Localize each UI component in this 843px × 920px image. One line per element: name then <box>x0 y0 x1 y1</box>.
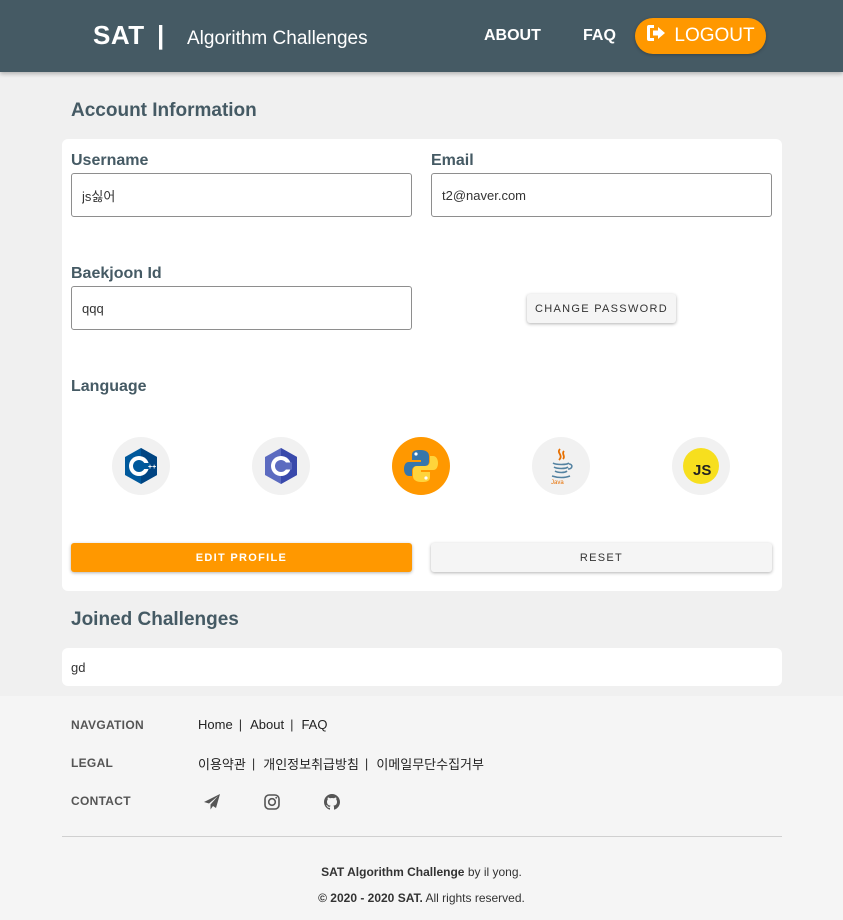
footer-credit-name: SAT Algorithm Challenge <box>321 865 465 879</box>
brand-subtitle: Algorithm Challenges <box>187 28 368 49</box>
c-language-option[interactable] <box>252 437 310 495</box>
javascript-language-option[interactable]: JS <box>672 437 730 495</box>
footer-copyright-years: © 2020 - 2020 SAT. <box>318 891 423 905</box>
footer-contact-label: CONTACT <box>71 794 131 808</box>
sign-out-icon <box>646 24 666 48</box>
c-icon <box>265 448 297 484</box>
cpp-language-option[interactable]: ++ <box>112 437 170 495</box>
footer-separator: | <box>251 756 256 771</box>
footer-link-privacy[interactable]: 개인정보취급방침 <box>263 754 359 773</box>
nav-about-link[interactable]: ABOUT <box>484 27 541 45</box>
username-input[interactable] <box>71 173 412 217</box>
logout-button[interactable]: LOGOUT <box>635 18 766 54</box>
username-label: Username <box>71 152 149 169</box>
nav-faq-link[interactable]: FAQ <box>583 27 616 45</box>
svg-text:JS: JS <box>693 462 711 479</box>
brand-separator: | <box>157 20 165 50</box>
instagram-icon[interactable] <box>263 793 281 811</box>
joined-challenge-item[interactable]: gd <box>71 660 85 675</box>
footer-link-terms[interactable]: 이용약관 <box>198 754 246 773</box>
paper-plane-icon[interactable] <box>203 793 221 811</box>
java-language-option[interactable]: Java <box>532 437 590 495</box>
java-icon: Java <box>551 448 573 486</box>
baekjoon-id-label: Baekjoon Id <box>71 265 162 282</box>
edit-profile-button[interactable]: EDIT PROFILE <box>71 543 412 572</box>
account-section-title: Account Information <box>71 100 257 121</box>
logout-label: LOGOUT <box>674 25 755 46</box>
footer-copyright-text: All rights reserved. <box>422 891 525 905</box>
change-password-button[interactable]: CHANGE PASSWORD <box>527 294 676 323</box>
javascript-icon: JS <box>683 448 719 484</box>
footer-navigation-label: NAVGATION <box>71 718 144 732</box>
reset-button[interactable]: RESET <box>431 543 772 572</box>
footer-link-email-policy[interactable]: 이메일무단수집거부 <box>376 754 484 773</box>
footer: NAVGATION Home | About | FAQ LEGAL 이용약관 | 개… <box>0 696 843 920</box>
footer-legal-label: LEGAL <box>71 756 114 770</box>
language-label: Language <box>71 378 147 395</box>
footer-separator: | <box>238 717 243 732</box>
footer-link-about[interactable]: About <box>250 717 284 732</box>
python-language-option[interactable] <box>392 437 450 495</box>
footer-credit: SAT Algorithm Challenge by il yong. <box>0 865 843 879</box>
footer-navigation-links: Home | About | FAQ <box>198 717 327 732</box>
footer-link-faq[interactable]: FAQ <box>301 717 327 732</box>
cpp-icon: ++ <box>125 448 157 484</box>
footer-separator: | <box>290 717 294 732</box>
github-icon[interactable] <box>323 793 341 811</box>
baekjoon-id-input[interactable] <box>71 286 412 330</box>
footer-divider <box>62 836 782 837</box>
footer-credit-author: by il yong. <box>464 865 522 879</box>
top-app-bar: SAT | Algorithm Challenges ABOUT FAQ LOG… <box>0 0 843 72</box>
footer-legal-links: 이용약관 | 개인정보취급방침 | 이메일무단수집거부 <box>198 754 484 773</box>
joined-challenges-title: Joined Challenges <box>71 609 239 630</box>
account-card: Username Email Baekjoon Id CHANGE PASSWO… <box>62 139 782 591</box>
footer-copyright: © 2020 - 2020 SAT. All rights reserved. <box>0 891 843 905</box>
footer-link-home[interactable]: Home <box>198 717 233 732</box>
joined-challenge-list: gd <box>62 648 782 686</box>
svg-text:Java: Java <box>551 480 564 486</box>
email-label: Email <box>431 152 474 169</box>
brand-logo[interactable]: SAT <box>93 20 145 51</box>
email-input[interactable] <box>431 173 772 217</box>
svg-text:++: ++ <box>148 464 156 471</box>
python-icon <box>404 450 438 482</box>
footer-separator: | <box>364 756 369 771</box>
